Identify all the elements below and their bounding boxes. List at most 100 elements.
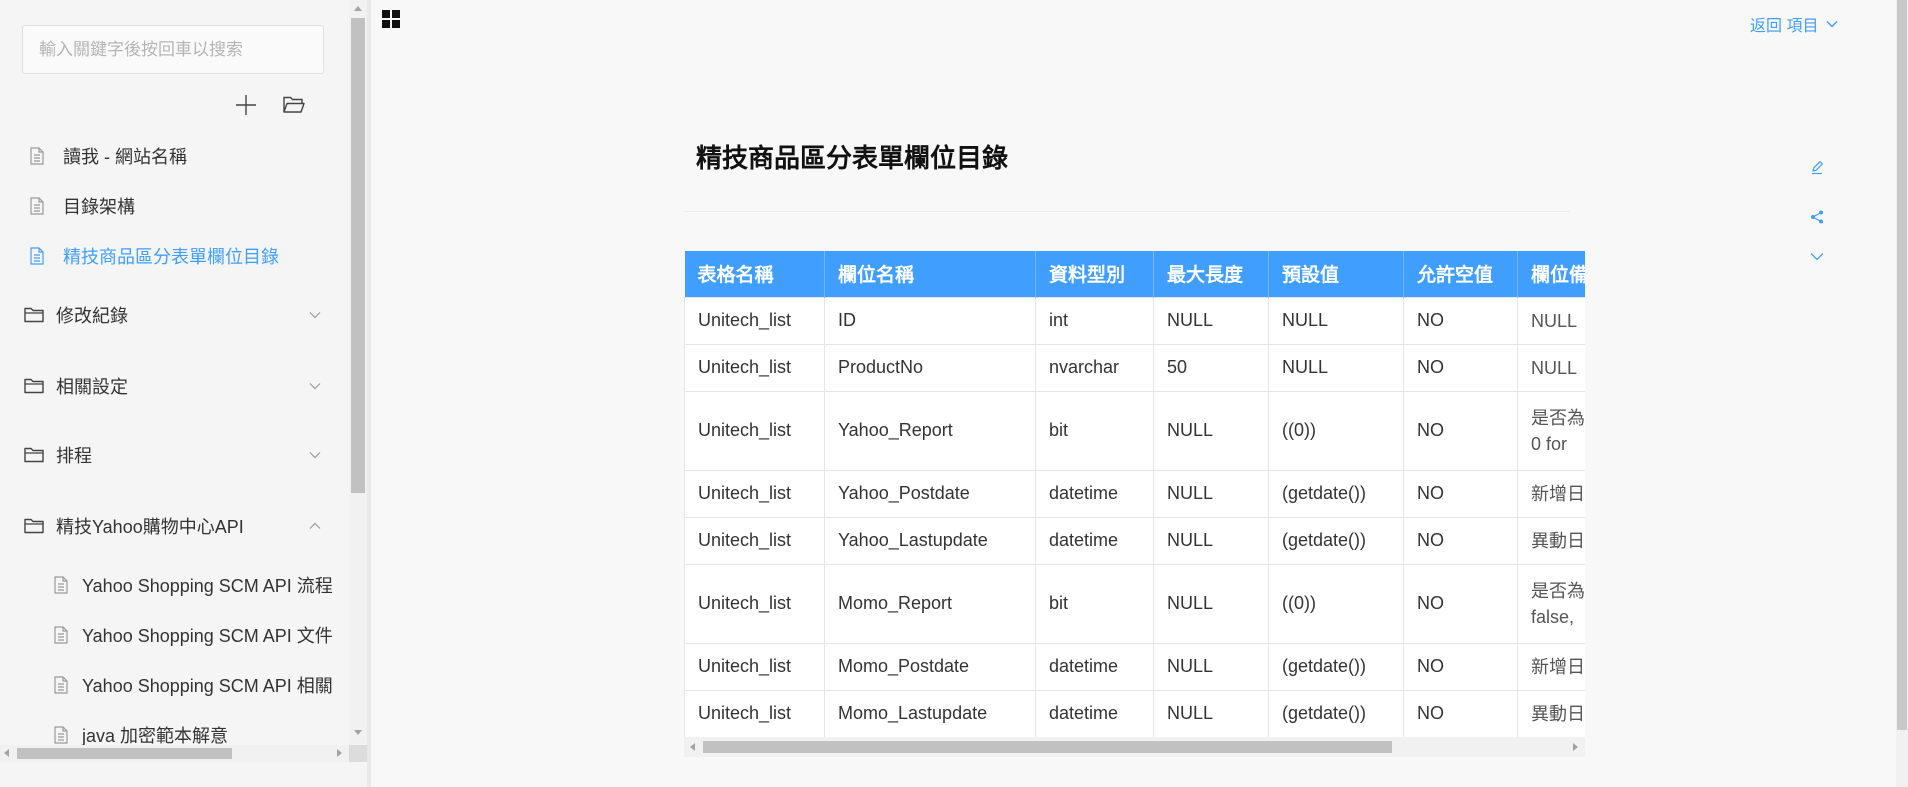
sidebar-folder-settings[interactable]: 相關設定 [0, 366, 349, 406]
table-cell: Unitech_list [684, 469, 825, 518]
table-row: Unitech_list Yahoo_Report bit NULL ((0))… [684, 390, 1585, 471]
table-cell: NULL [1517, 296, 1585, 345]
page-vertical-scrollbar[interactable] [1896, 0, 1908, 787]
field-table-container: 表格名稱 欄位名稱 資料型別 最大長度 預設值 允許空值 欄位備 Unitech… [684, 251, 1585, 757]
table-cell: Unitech_list [684, 296, 825, 345]
sidebar-item-yahoo-flow[interactable]: Yahoo Shopping SCM API 流程 [0, 565, 349, 605]
file-icon [29, 247, 45, 265]
column-header-field-name: 欄位名稱 [824, 251, 1036, 297]
add-button[interactable] [233, 94, 259, 121]
table-cell: NO [1403, 689, 1518, 738]
scroll-right-arrow-icon[interactable] [337, 749, 342, 757]
field-table: 表格名稱 欄位名稱 資料型別 最大長度 預設值 允許空值 欄位備 Unitech… [684, 251, 1585, 738]
sidebar-vertical-scrollbar[interactable] [349, 0, 367, 745]
table-cell: (getdate()) [1268, 469, 1404, 518]
column-header-max-length: 最大長度 [1153, 251, 1269, 297]
table-cell: Yahoo_Postdate [824, 469, 1036, 518]
table-row: Unitech_list Momo_Report bit NULL ((0)) … [684, 563, 1585, 644]
table-cell: bit [1035, 563, 1154, 644]
chevron-down-icon[interactable] [309, 451, 321, 459]
sidebar-item-field-catalog[interactable]: 精技商品區分表單欄位目錄 [0, 236, 349, 276]
table-cell: NO [1403, 516, 1518, 565]
more-button[interactable] [1809, 248, 1825, 264]
table-cell: NO [1403, 563, 1518, 644]
plus-icon [235, 94, 257, 121]
scroll-down-arrow-icon[interactable] [354, 730, 362, 735]
sidebar-vertical-scroll-thumb[interactable] [351, 18, 365, 493]
table-horizontal-scrollbar[interactable] [684, 737, 1585, 757]
sidebar-item-yahoo-related[interactable]: Yahoo Shopping SCM API 相關 [0, 665, 349, 705]
new-folder-button[interactable] [281, 95, 307, 119]
scroll-left-arrow-icon[interactable] [690, 743, 695, 751]
table-cell: Momo_Lastupdate [824, 689, 1036, 738]
table-cell: Momo_Postdate [824, 642, 1036, 691]
table-cell: NULL [1153, 296, 1269, 345]
folder-icon [24, 307, 44, 323]
table-cell: NULL [1153, 642, 1269, 691]
table-cell: datetime [1035, 469, 1154, 518]
sidebar-item-label: 精技商品區分表單欄位目錄 [63, 247, 279, 267]
table-cell: Unitech_list [684, 563, 825, 644]
table-cell: Unitech_list [684, 343, 825, 392]
sidebar-folder-label: 修改紀錄 [56, 306, 128, 326]
back-to-project-link[interactable]: 返回 項目 [1750, 13, 1838, 35]
sidebar-item-directory[interactable]: 目錄架構 [0, 186, 349, 226]
table-cell: ID [824, 296, 1036, 345]
column-header-data-type: 資料型別 [1035, 251, 1154, 297]
column-header-default: 預設值 [1268, 251, 1404, 297]
table-cell: NULL [1268, 343, 1404, 392]
scrollbar-corner [349, 745, 367, 762]
table-cell: Momo_Report [824, 563, 1036, 644]
folder-icon [24, 378, 44, 394]
table-cell: Unitech_list [684, 642, 825, 691]
share-button[interactable] [1809, 209, 1825, 225]
table-cell: NULL [1153, 516, 1269, 565]
table-row: Unitech_list Yahoo_Lastupdate datetime N… [684, 516, 1585, 565]
sidebar-divider[interactable] [367, 0, 371, 787]
search-input[interactable] [22, 25, 324, 74]
table-cell: NULL [1268, 296, 1404, 345]
sidebar-folder-changelog[interactable]: 修改紀錄 [0, 295, 349, 335]
chevron-down-icon[interactable] [309, 382, 321, 390]
table-cell: NO [1403, 343, 1518, 392]
sidebar-folder-schedule[interactable]: 排程 [0, 435, 349, 475]
table-cell: NO [1403, 469, 1518, 518]
table-cell: Unitech_list [684, 689, 825, 738]
sidebar-item-readme[interactable]: 讀我 - 網站名稱 [0, 136, 349, 176]
table-cell: NULL [1153, 563, 1269, 644]
sidebar-horizontal-scroll-thumb[interactable] [17, 748, 232, 759]
title-divider [684, 211, 1570, 212]
sidebar-horizontal-scrollbar[interactable] [0, 745, 349, 762]
table-cell: (getdate()) [1268, 516, 1404, 565]
table-cell: Yahoo_Report [824, 390, 1036, 471]
table-cell: 異動日 [1517, 516, 1585, 565]
file-icon [29, 147, 45, 165]
table-horizontal-scroll-thumb[interactable] [703, 741, 1392, 753]
edit-button[interactable] [1809, 159, 1825, 175]
folder-icon [24, 518, 44, 534]
file-icon [53, 626, 69, 644]
scroll-left-arrow-icon[interactable] [4, 749, 9, 757]
scroll-right-arrow-icon[interactable] [1573, 743, 1578, 751]
sidebar-item-yahoo-docs[interactable]: Yahoo Shopping SCM API 文件 [0, 615, 349, 655]
page-vertical-scroll-thumb[interactable] [1897, 0, 1907, 730]
sidebar-item-label: Yahoo Shopping SCM API 相關 [82, 676, 333, 696]
scroll-up-arrow-icon[interactable] [354, 6, 362, 11]
chevron-down-icon[interactable] [309, 311, 321, 319]
table-cell: NO [1403, 642, 1518, 691]
sidebar-content: 讀我 - 網站名稱 目錄架構 精技商品區分表單欄位目錄 修改紀錄 [0, 0, 349, 745]
sidebar-folder-label: 排程 [56, 446, 92, 466]
chevron-down-icon [1810, 252, 1824, 261]
table-row: Unitech_list Momo_Postdate datetime NULL… [684, 642, 1585, 691]
table-cell: NULL [1153, 689, 1269, 738]
grid-icon[interactable] [381, 9, 401, 29]
chevron-up-icon[interactable] [309, 522, 321, 530]
chevron-down-icon [1826, 20, 1838, 28]
sidebar-item-label: Yahoo Shopping SCM API 流程 [82, 576, 333, 596]
column-header-remark: 欄位備 [1517, 251, 1585, 297]
sidebar-item-label: Yahoo Shopping SCM API 文件 [82, 626, 333, 646]
sidebar-folder-yahoo-api[interactable]: 精技Yahoo購物中心API [0, 506, 349, 546]
table-cell: nvarchar [1035, 343, 1154, 392]
sidebar-item-java-encrypt[interactable]: java 加密範本解意 [0, 715, 349, 745]
table-row: Unitech_list Yahoo_Postdate datetime NUL… [684, 469, 1585, 518]
